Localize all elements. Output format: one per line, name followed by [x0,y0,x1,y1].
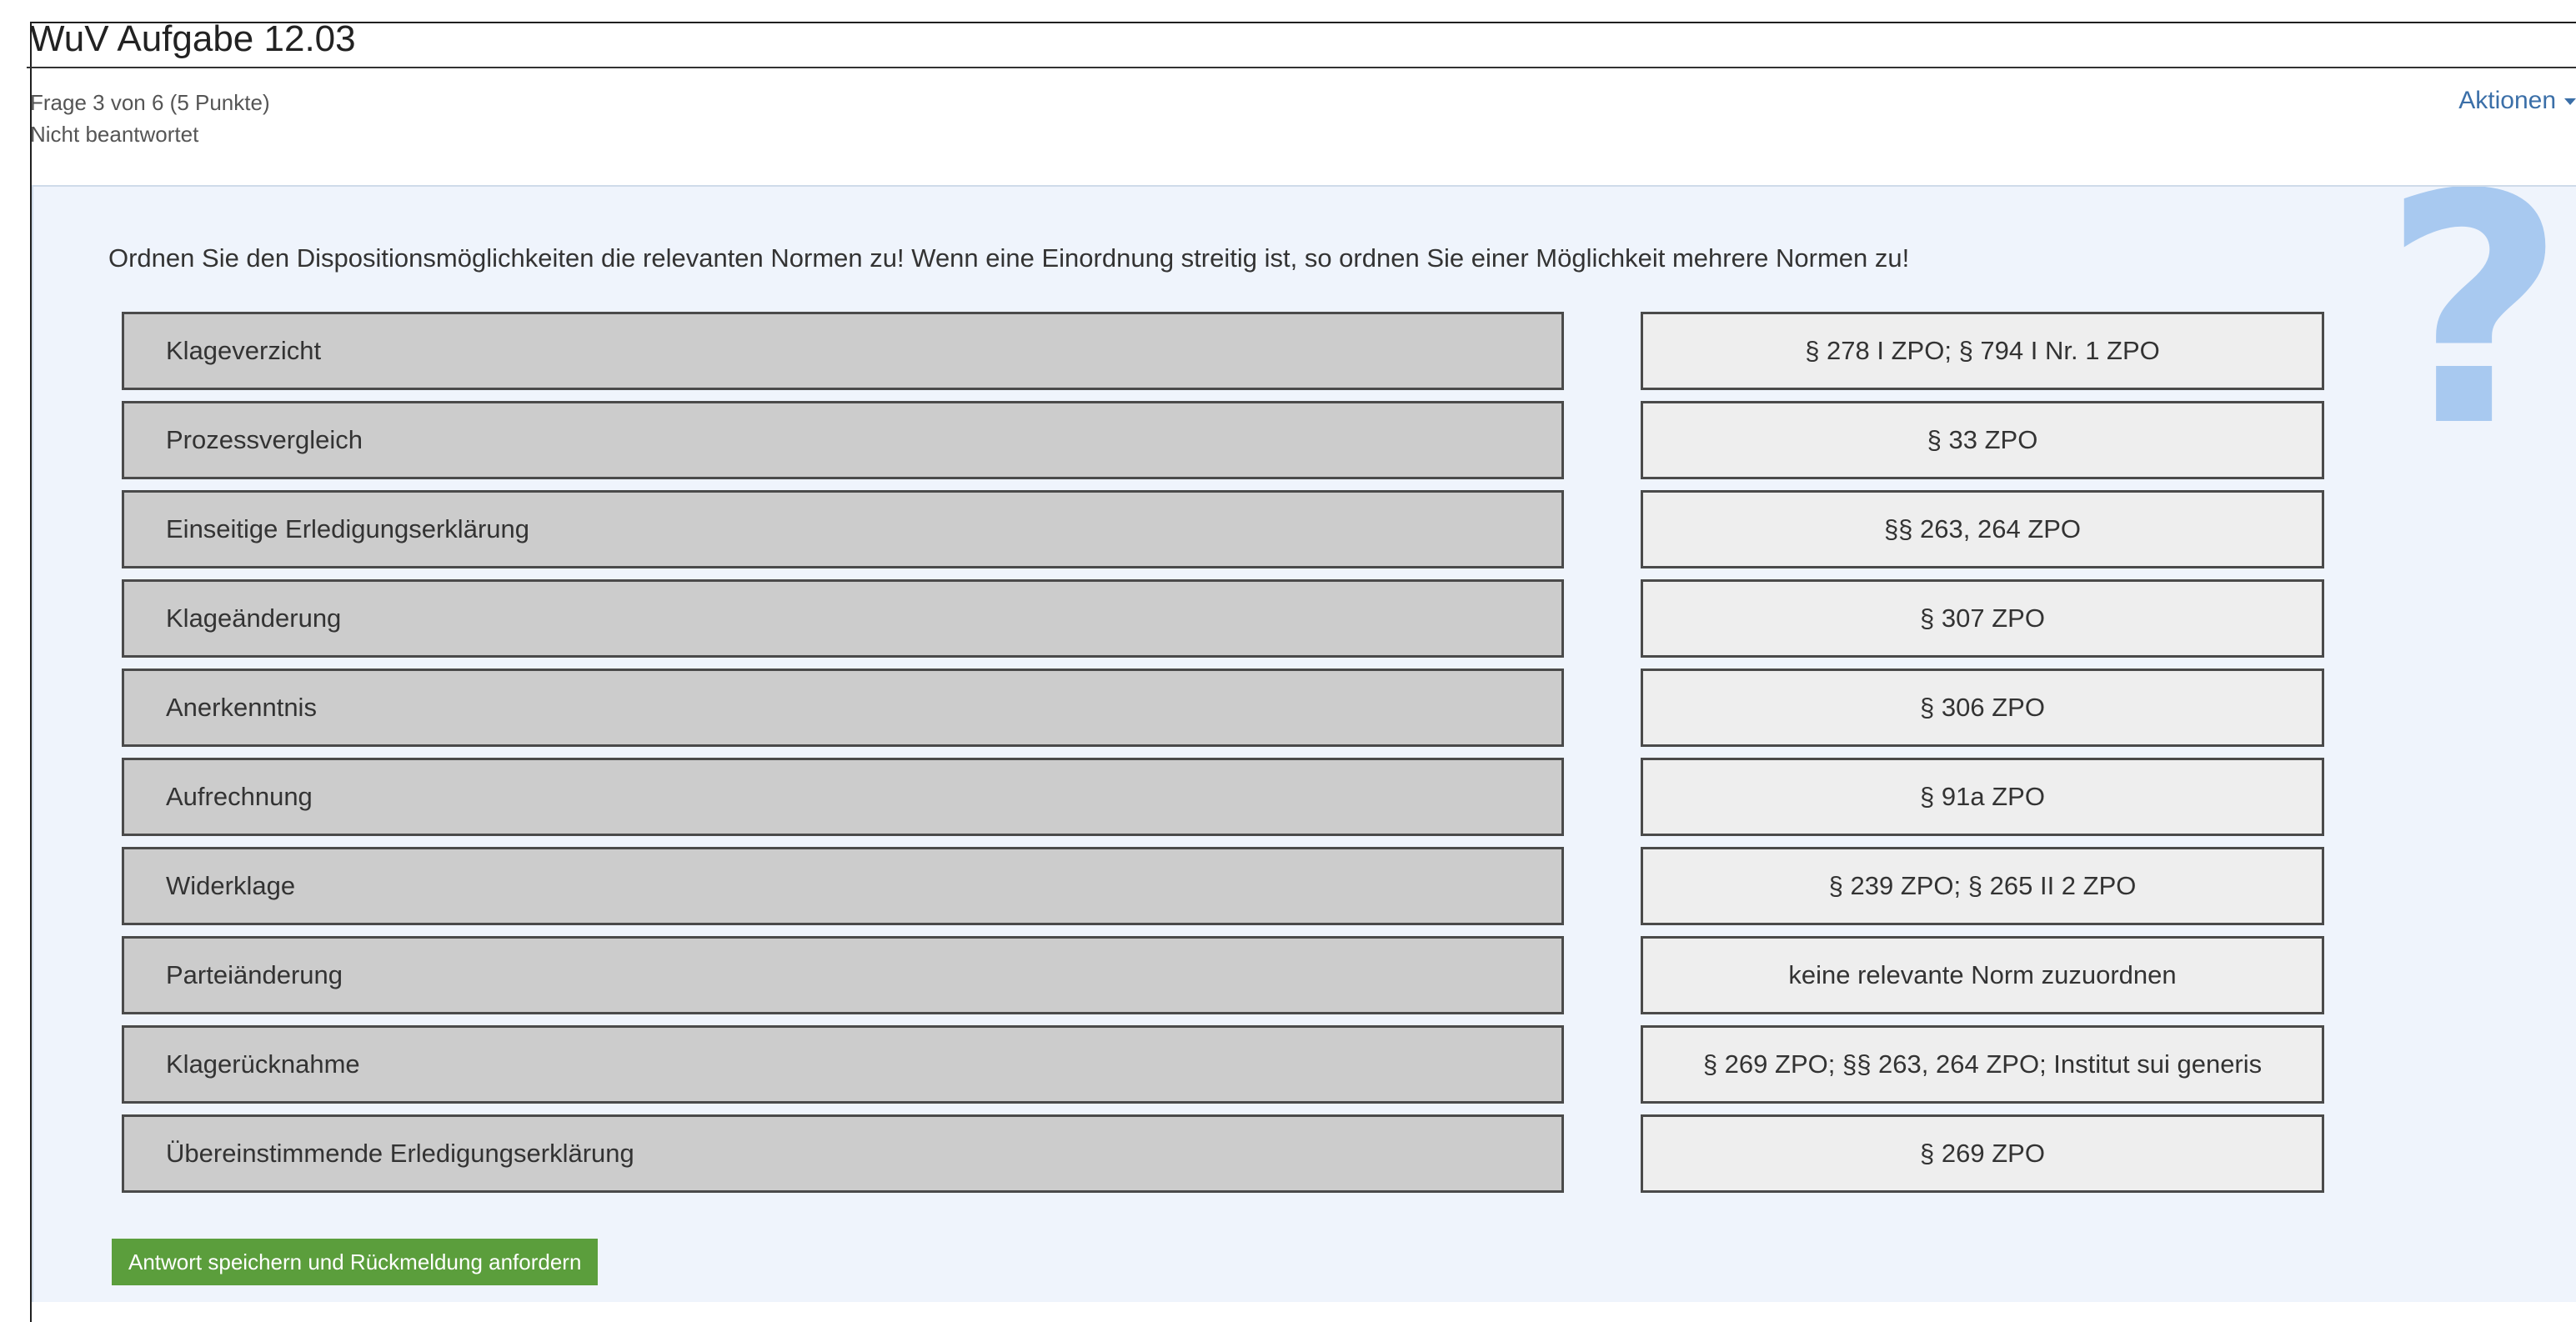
question-info: Frage 3 von 6 (5 Punkte) [30,90,270,115]
term-cell: Einseitige Erledigungserklärung [122,490,1564,568]
answer-drop-cell[interactable]: §§ 263, 264 ZPO [1641,490,2324,568]
term-cell: Klageänderung [122,579,1564,658]
answer-drop-cell[interactable]: § 307 ZPO [1641,579,2324,658]
question-prompt: Ordnen Sie den Dispositionsmöglichkeiten… [108,243,1910,273]
answer-status: Nicht beantwortet [30,122,199,147]
answer-drop-cell[interactable]: § 33 ZPO [1641,401,2324,479]
caret-down-icon [2564,98,2576,106]
answer-drop-cell[interactable]: § 269 ZPO [1641,1114,2324,1193]
answer-drop-cell[interactable]: § 278 I ZPO; § 794 I Nr. 1 ZPO [1641,312,2324,390]
question-panel: ? Ordnen Sie den Dispositionsmöglichkeit… [32,185,2576,1302]
term-cell: Widerklage [122,847,1564,925]
term-cell: Anerkenntnis [122,669,1564,747]
actions-menu-button[interactable]: Aktionen [2458,87,2576,115]
term-cell: Übereinstimmende Erledigungserklärung [122,1114,1564,1193]
answer-drop-cell[interactable]: § 269 ZPO; §§ 263, 264 ZPO; Institut sui… [1641,1025,2324,1104]
submit-answer-button[interactable]: Antwort speichern und Rückmeldung anford… [112,1239,599,1285]
answer-drop-cell[interactable]: § 91a ZPO [1641,758,2324,836]
term-cell: Aufrechnung [122,758,1564,836]
answer-drop-cell[interactable]: § 306 ZPO [1641,669,2324,747]
answer-drop-cell[interactable]: § 239 ZPO; § 265 II 2 ZPO [1641,847,2324,925]
actions-label: Aktionen [2458,87,2556,114]
title-divider [27,67,2576,68]
answer-drop-cell[interactable]: keine relevante Norm zuzuordnen [1641,936,2324,1014]
term-cell: Prozessvergleich [122,401,1564,479]
page-title: WuV Aufgabe 12.03 [30,18,356,59]
term-cell: Klagerücknahme [122,1025,1564,1104]
question-meta: Frage 3 von 6 (5 Punkte) Nicht beantwort… [30,87,270,150]
question-mark-icon: ? [2382,185,2566,496]
term-cell: Parteiänderung [122,936,1564,1014]
term-cell: Klageverzicht [122,312,1564,390]
